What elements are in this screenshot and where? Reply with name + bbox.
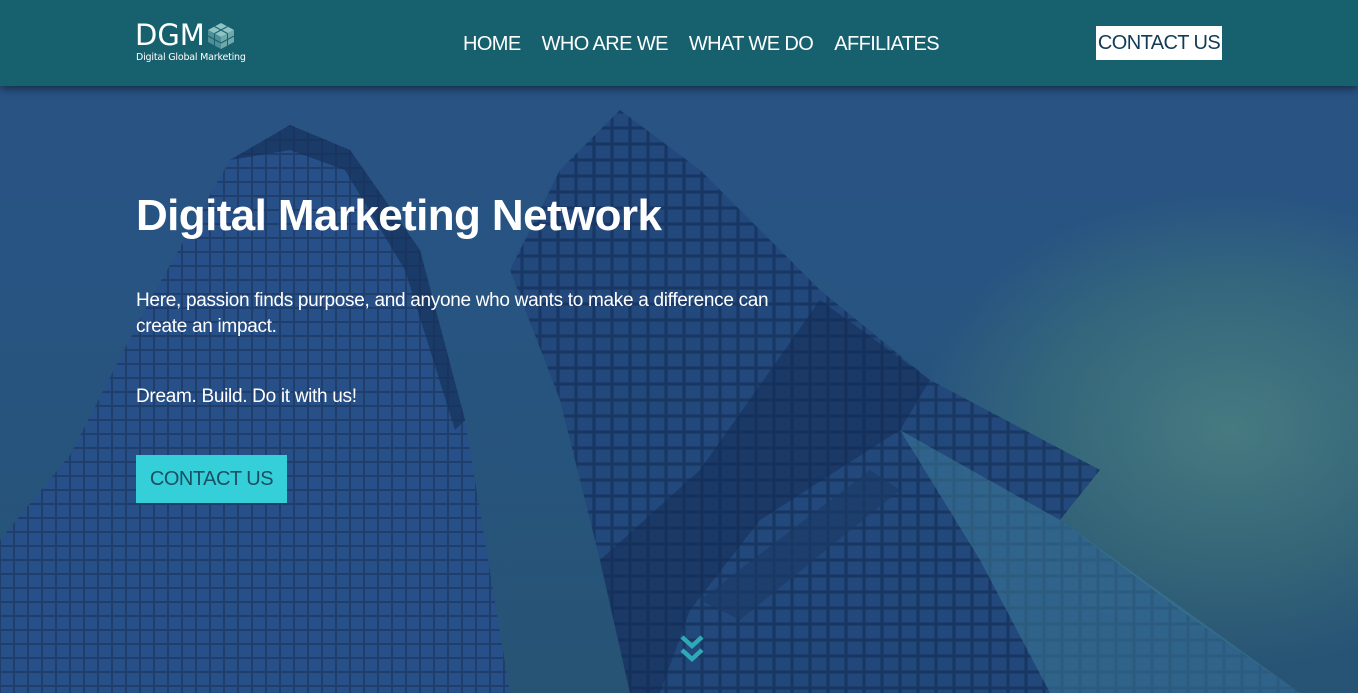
main-nav: HOME WHO ARE WE WHAT WE DO AFFILIATES <box>463 31 960 57</box>
nav-affiliates[interactable]: AFFILIATES <box>834 31 939 57</box>
site-header: DGM Digital Global Marketing HOME WHO AR… <box>0 0 1358 86</box>
logo[interactable]: DGM Digital Global Marketing <box>135 18 246 68</box>
page: DGM Digital Global Marketing HOME WHO AR… <box>0 0 1358 693</box>
nav-what-we-do[interactable]: WHAT WE DO <box>689 31 814 57</box>
scroll-down-button[interactable] <box>678 633 706 667</box>
logo-subtitle: Digital Global Marketing <box>136 52 246 63</box>
header-contact-button[interactable]: CONTACT US <box>1096 26 1222 60</box>
nav-who-are-we[interactable]: WHO ARE WE <box>542 31 669 57</box>
hero-section: Digital Marketing Network Here, passion … <box>136 188 796 410</box>
hero-title: Digital Marketing Network <box>136 191 662 240</box>
hero-contact-button[interactable]: CONTACT US <box>136 455 287 503</box>
hero-tagline: Dream. Build. Do it with us! <box>136 386 357 407</box>
nav-home[interactable]: HOME <box>463 31 521 57</box>
double-chevron-down-icon <box>680 635 704 663</box>
logo-cube-icon <box>207 23 235 49</box>
hero-lead-text: Here, passion finds purpose, and anyone … <box>136 290 769 337</box>
logo-text: DGM <box>135 18 205 52</box>
